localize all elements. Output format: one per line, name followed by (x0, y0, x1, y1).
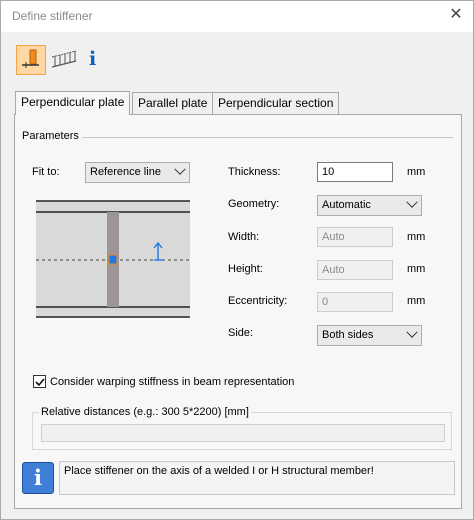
thickness-label: Thickness: (228, 166, 281, 178)
relative-distances-input (41, 424, 445, 442)
insertion-point (108, 254, 118, 265)
side-value: Both sides (322, 329, 374, 341)
height-label: Height: (228, 263, 263, 275)
fit-to-value: Reference line (90, 166, 161, 178)
define-stiffener-dialog: Define stiffener ✕ i Perpendicular plate… (0, 0, 474, 520)
warping-label[interactable]: Consider warping stiffness in beam repre… (50, 376, 294, 388)
eccentricity-label: Eccentricity: (228, 295, 288, 307)
fit-to-label: Fit to: (32, 166, 60, 178)
info-button[interactable] (82, 45, 112, 75)
eccentricity-input: 0 (317, 292, 393, 312)
window-title: Define stiffener (12, 9, 93, 23)
side-dropdown[interactable]: Both sides (317, 325, 422, 346)
width-unit: mm (407, 231, 426, 243)
geometry-dropdown[interactable]: Automatic (317, 195, 422, 216)
geometry-label: Geometry: (228, 198, 280, 210)
tab-parallel-plate[interactable]: Parallel plate (132, 92, 214, 114)
info-icon: i (89, 48, 97, 70)
stiffener-series-button[interactable] (49, 45, 79, 75)
tab-perpendicular-section[interactable]: Perpendicular section (212, 92, 340, 114)
info-message-icon: i (22, 462, 54, 494)
relative-distances-legend: Relative distances (e.g.: 300 5*2200) [m… (39, 406, 251, 418)
close-button[interactable]: ✕ (443, 4, 469, 28)
height-input: Auto (317, 260, 393, 280)
stiffener-series-icon (51, 50, 77, 68)
chevron-down-icon (174, 163, 186, 175)
message-box: Place stiffener on the axis of a welded … (59, 461, 455, 495)
title-bar: Define stiffener ✕ (1, 1, 473, 32)
parameters-divider (82, 137, 453, 138)
stiffener-diagram (36, 200, 190, 318)
thickness-input[interactable]: 10 (317, 162, 393, 182)
parameters-group-label: Parameters (22, 130, 79, 142)
perpendicular-stiffener-button[interactable] (16, 45, 46, 75)
tab-perpendicular-plate[interactable]: Perpendicular plate (15, 91, 131, 115)
side-label: Side: (228, 327, 254, 339)
warping-checkbox[interactable] (33, 375, 46, 388)
width-input: Auto (317, 227, 393, 247)
thickness-unit: mm (407, 166, 426, 178)
chevron-down-icon (406, 326, 418, 338)
geometry-value: Automatic (322, 199, 371, 211)
chevron-down-icon (406, 196, 418, 208)
height-unit: mm (407, 263, 426, 275)
fit-to-dropdown[interactable]: Reference line (85, 162, 190, 183)
perpendicular-stiffener-icon (22, 49, 39, 68)
eccentricity-unit: mm (407, 295, 426, 307)
checkmark-icon (35, 378, 45, 387)
width-label: Width: (228, 231, 260, 243)
